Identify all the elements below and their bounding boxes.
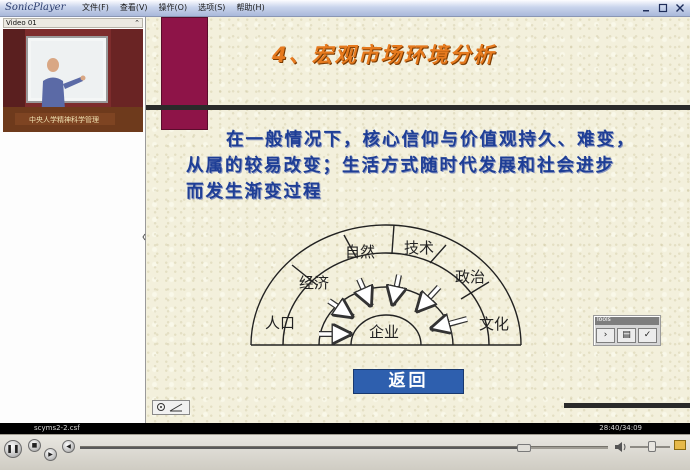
slide-body: 在一般情况下，核心信仰与价值观持久、难变， 从属的较易改变；生活方式随时代发展和… — [186, 127, 676, 205]
diagram-label: 自然 — [345, 243, 375, 261]
menu-file[interactable]: 文件(F) — [80, 2, 111, 13]
next-slide-button[interactable]: › — [596, 328, 615, 343]
video-caption: 中央人学精神科学管理 — [29, 115, 99, 124]
menu-list-button[interactable]: ▤ — [617, 328, 636, 343]
volume-icon[interactable] — [613, 440, 627, 454]
seek-progress — [80, 447, 524, 449]
slide-nav-icon[interactable] — [152, 400, 190, 415]
player-bar: ❚❚ ■ ▶ ◀ — [0, 434, 690, 470]
menu-view[interactable]: 查看(V) — [118, 2, 150, 13]
menu-options[interactable]: 选项(S) — [196, 2, 227, 13]
status-bar: scyms2-2.csf 28:40/34:09 — [0, 423, 690, 434]
divider — [564, 403, 690, 408]
status-time: 28:40/34:09 — [599, 424, 642, 432]
decor-block — [161, 17, 208, 130]
video-title: Video 01 — [6, 19, 37, 27]
body-line: 从属的较易改变；生活方式随时代发展和社会进步 — [186, 156, 615, 176]
pause-icon[interactable]: ❚❚ — [4, 440, 22, 458]
seek-thumb[interactable] — [516, 444, 531, 452]
folder-icon[interactable] — [674, 440, 686, 450]
maximize-icon[interactable] — [656, 2, 670, 14]
tools-panel: Tools › ▤ ✓ — [593, 315, 661, 346]
diagram-label: 文化 — [479, 315, 509, 333]
diagram-label: 技术 — [404, 239, 434, 257]
menu-bar: 文件(F) 查看(V) 操作(O) 选项(S) 帮助(H) — [80, 2, 267, 13]
stop-icon[interactable]: ■ — [28, 439, 41, 452]
app-window: SonicPlayer 文件(F) 查看(V) 操作(O) 选项(S) 帮助(H… — [0, 0, 690, 470]
window-controls — [639, 2, 687, 14]
volume-thumb[interactable] — [648, 441, 656, 452]
slide-area: 4、宏观市场环境分析 在一般情况下，核心信仰与价值观持久、难变， 从属的较易改变… — [146, 17, 690, 423]
prev-icon[interactable]: ◀ — [62, 440, 75, 453]
video-header: Video 01 ⌃ — [3, 18, 143, 28]
status-filename: scyms2-2.csf — [34, 424, 80, 432]
menu-operate[interactable]: 操作(O) — [157, 2, 190, 13]
environment-diagram: 人口 经济 自然 技术 政治 文化 企业 — [250, 224, 522, 346]
left-panel: Video 01 ⌃ 中央人学精神科学管理 — [0, 17, 146, 423]
diagram-center-label: 企业 — [369, 323, 399, 341]
check-button[interactable]: ✓ — [638, 328, 657, 343]
next-icon[interactable]: ▶ — [44, 448, 57, 461]
pin-icon[interactable]: ⌃ — [134, 19, 140, 28]
divider — [146, 105, 690, 110]
app-title: SonicPlayer — [5, 2, 66, 13]
volume-slider[interactable] — [630, 441, 670, 452]
body-line: 而发生渐变过程 — [186, 182, 323, 202]
menu-help[interactable]: 帮助(H) — [234, 2, 266, 13]
tools-title: Tools — [596, 316, 611, 323]
minimize-icon[interactable] — [639, 2, 653, 14]
seek-bar[interactable] — [80, 444, 608, 452]
diagram-label: 经济 — [299, 274, 329, 292]
diagram-label: 人口 — [265, 314, 295, 332]
body-line: 在一般情况下，核心信仰与价值观持久、难变， — [226, 130, 636, 150]
diagram-label: 政治 — [455, 268, 485, 286]
return-button[interactable]: 返回 — [353, 369, 464, 394]
title-bar: SonicPlayer 文件(F) 查看(V) 操作(O) 选项(S) 帮助(H… — [0, 0, 690, 17]
close-icon[interactable] — [673, 2, 687, 14]
slide-title: 4、宏观市场环境分析 — [272, 43, 496, 67]
video-frame[interactable]: 中央人学精神科学管理 — [3, 29, 143, 132]
